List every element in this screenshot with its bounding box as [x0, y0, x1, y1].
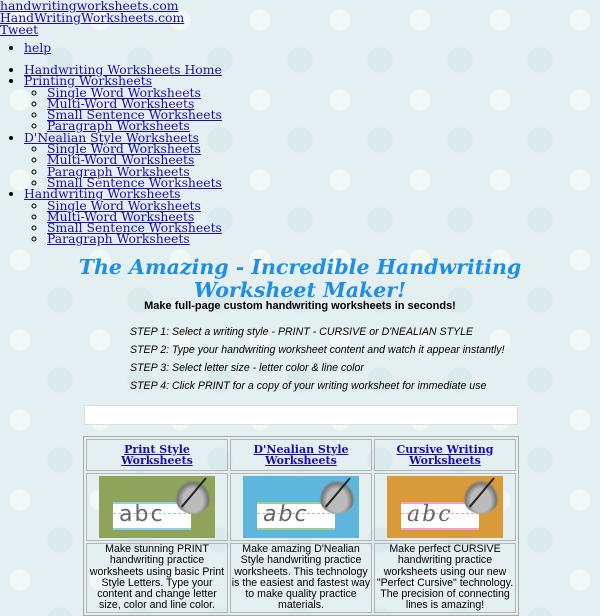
top-links: handwritingworksheets.com HandWritingWor…	[0, 0, 184, 36]
nav-submenu: Single Word Worksheets Multi-Word Worksh…	[24, 86, 222, 132]
cell-dnealian-heading: D'Nealian Style Worksheets	[230, 439, 372, 471]
nav-item-printing: Printing Worksheets Single Word Workshee…	[24, 75, 222, 133]
page-title: The Amazing - Incredible Handwriting Wor…	[78, 255, 522, 302]
dnealian-style-link[interactable]: D'Nealian Style Worksheets	[231, 444, 371, 466]
nav-submenu: Single Word Worksheets Multi-Word Worksh…	[24, 199, 222, 246]
cursive-description: Make perfect CURSIVE handwriting practic…	[374, 543, 516, 613]
step-1: STEP 1: Select a writing style - PRINT -…	[130, 326, 474, 338]
hand-icon	[319, 480, 355, 514]
blank-banner-box	[84, 405, 518, 425]
cursive-style-link[interactable]: Cursive Writing Worksheets	[375, 444, 515, 466]
step-3: STEP 3: Select letter size - letter colo…	[130, 362, 364, 374]
nav-menu: Handwriting Worksheets Home Printing Wor…	[0, 63, 222, 246]
cell-print-heading: Print Style Worksheets	[86, 439, 228, 471]
step-4: STEP 4: Click PRINT for a copy of your w…	[130, 380, 487, 392]
hand-icon	[175, 480, 211, 514]
cell-cursive-image: abc	[374, 473, 516, 541]
sample-letters: abc	[119, 502, 165, 527]
help-list: help	[0, 40, 51, 55]
cell-print-image: abc	[86, 473, 228, 541]
dnealian-description: Make amazing D'Nealian Style handwriting…	[230, 543, 372, 613]
nav-item-dnealian: D'Nealian Style Worksheets Single Word W…	[24, 131, 222, 189]
nav-submenu: Single Word Worksheets Multi-Word Worksh…	[24, 142, 222, 188]
print-sample-image[interactable]: abc	[99, 476, 215, 538]
help-link[interactable]: help	[24, 40, 51, 55]
table-row-images: abc abc abc	[86, 473, 516, 541]
cell-dnealian-image: abc	[230, 473, 372, 541]
sample-letters: abc	[407, 502, 453, 527]
steps-list: STEP 1: Select a writing style - PRINT -…	[130, 326, 505, 398]
table-row-headings: Print Style Worksheets D'Nealian Style W…	[86, 439, 516, 471]
table-row-descriptions: Make stunning PRINT handwriting practice…	[86, 543, 516, 613]
page-subtitle: Make full-page custom handwriting worksh…	[144, 300, 456, 312]
help-item: help	[24, 40, 51, 55]
tweet-link[interactable]: Tweet	[0, 23, 184, 36]
cursive-sample-image[interactable]: abc	[387, 476, 503, 538]
dnealian-sample-image[interactable]: abc	[243, 476, 359, 538]
hand-icon	[463, 480, 499, 514]
step-2: STEP 2: Type your handwriting worksheet …	[130, 344, 505, 356]
worksheet-styles-table: Print Style Worksheets D'Nealian Style W…	[83, 436, 519, 616]
sample-letters: abc	[263, 502, 309, 527]
cell-cursive-heading: Cursive Writing Worksheets	[374, 439, 516, 471]
nav-item-handwriting: Handwriting Worksheets Single Word Works…	[24, 188, 222, 246]
print-style-link[interactable]: Print Style Worksheets	[87, 444, 227, 466]
nav-sublink[interactable]: Paragraph Worksheets	[47, 231, 190, 246]
print-description: Make stunning PRINT handwriting practice…	[86, 543, 228, 613]
